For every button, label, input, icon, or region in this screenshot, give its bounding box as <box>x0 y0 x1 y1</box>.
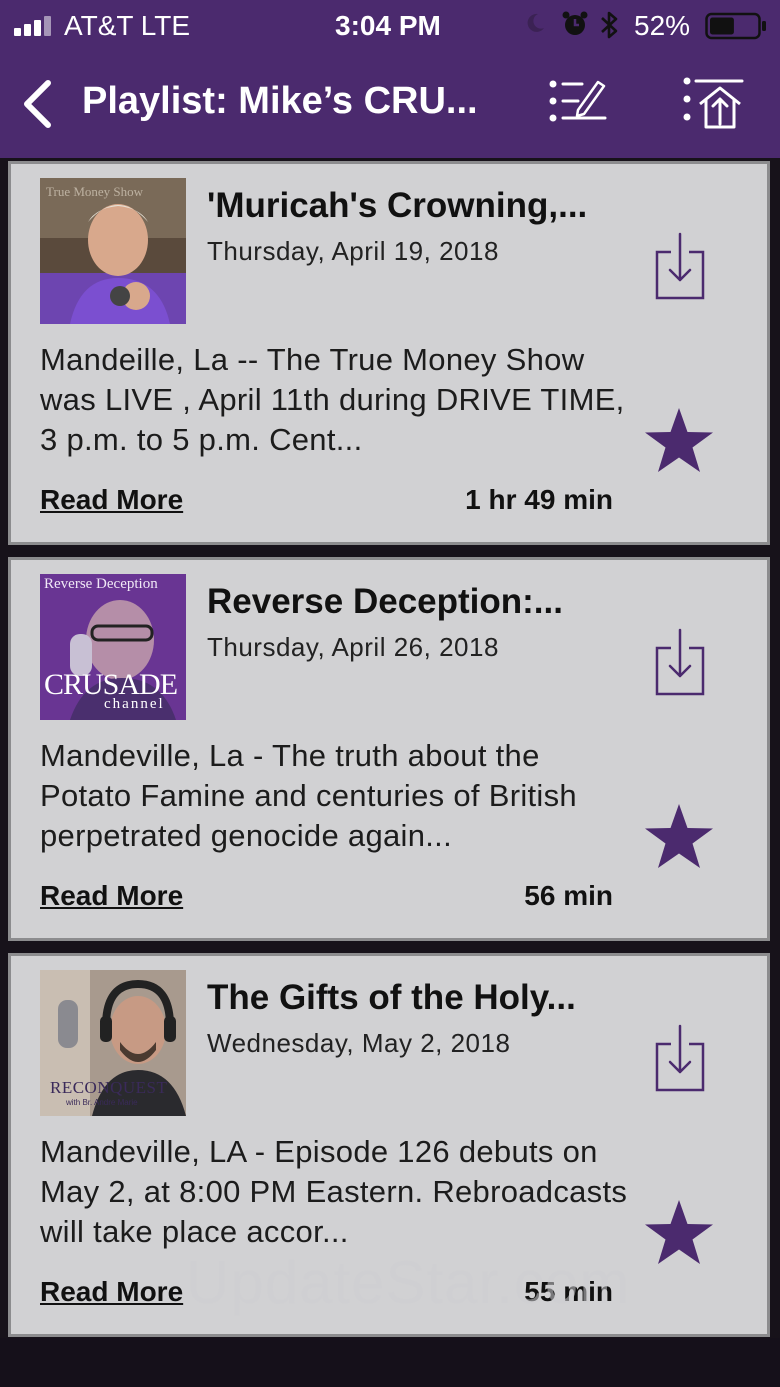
episode-card[interactable]: Reverse Deception CRUSADE channel Revers… <box>8 557 770 941</box>
episode-duration: 1 hr 49 min <box>465 484 613 515</box>
download-icon[interactable] <box>651 1022 709 1094</box>
episode-duration: 56 min <box>524 880 613 911</box>
read-more-link[interactable]: Read More <box>40 1276 183 1308</box>
favorite-star-icon[interactable] <box>643 406 715 476</box>
bluetooth-icon <box>601 11 618 39</box>
favorite-star-icon[interactable] <box>643 802 715 872</box>
moon-icon <box>527 13 544 32</box>
watermark: UpdateStar.com <box>186 1249 631 1316</box>
episode-thumbnail: True Money Show <box>40 178 186 324</box>
episode-description: Mandeille, La -- The True Money Show was… <box>40 342 625 457</box>
page-title: Playlist: Mike’s CRU... <box>82 80 478 122</box>
favorite-star-icon[interactable] <box>643 1198 715 1268</box>
status-bar: AT&T LTE 3:04 PM 52% <box>0 0 780 52</box>
episode-description: Mandeville, La - The truth about the Pot… <box>40 738 577 853</box>
episode-thumbnail: Reverse Deception CRUSADE channel <box>40 574 186 720</box>
battery-icon <box>705 12 766 40</box>
episode-date: Thursday, April 19, 2018 <box>207 236 499 266</box>
episode-thumbnail: RECONQUEST with Br. Andre Marie <box>40 970 186 1116</box>
thumbnail-brand-sub: channel <box>104 696 165 712</box>
share-list-icon[interactable] <box>682 74 744 130</box>
episode-title: The Gifts of the Holy... <box>207 978 576 1017</box>
read-more-link[interactable]: Read More <box>40 880 183 912</box>
clock: 3:04 PM <box>335 10 441 41</box>
bottom-background <box>0 1338 780 1387</box>
read-more-link[interactable]: Read More <box>40 484 183 516</box>
alarm-icon <box>562 11 588 35</box>
carrier-label: AT&T LTE <box>64 10 191 41</box>
thumbnail-brand-sub: with Br. Andre Marie <box>66 1098 138 1107</box>
download-icon[interactable] <box>651 230 709 302</box>
download-icon[interactable] <box>651 626 709 698</box>
signal-icon <box>14 14 58 36</box>
episode-card[interactable]: True Money Show 'Muricah's Crowning,... … <box>8 161 770 545</box>
episode-title: Reverse Deception:... <box>207 582 563 621</box>
thumbnail-caption: True Money Show <box>46 184 144 199</box>
navigation-bar: Playlist: Mike’s CRU... <box>0 52 780 158</box>
top-bar: AT&T LTE 3:04 PM 52% Playlist: Mike’s CR… <box>0 0 780 158</box>
battery-percent: 52% <box>634 10 691 41</box>
episode-title: 'Muricah's Crowning,... <box>207 186 588 225</box>
thumbnail-brand: RECONQUEST <box>50 1078 168 1097</box>
episode-date: Wednesday, May 2, 2018 <box>207 1028 511 1058</box>
episode-description: Mandeville, LA - Episode 126 debuts on M… <box>40 1134 628 1249</box>
episode-date: Thursday, April 26, 2018 <box>207 632 499 662</box>
back-chevron-icon[interactable] <box>18 78 58 130</box>
edit-list-icon[interactable] <box>548 76 608 126</box>
thumbnail-caption: Reverse Deception <box>44 576 158 592</box>
